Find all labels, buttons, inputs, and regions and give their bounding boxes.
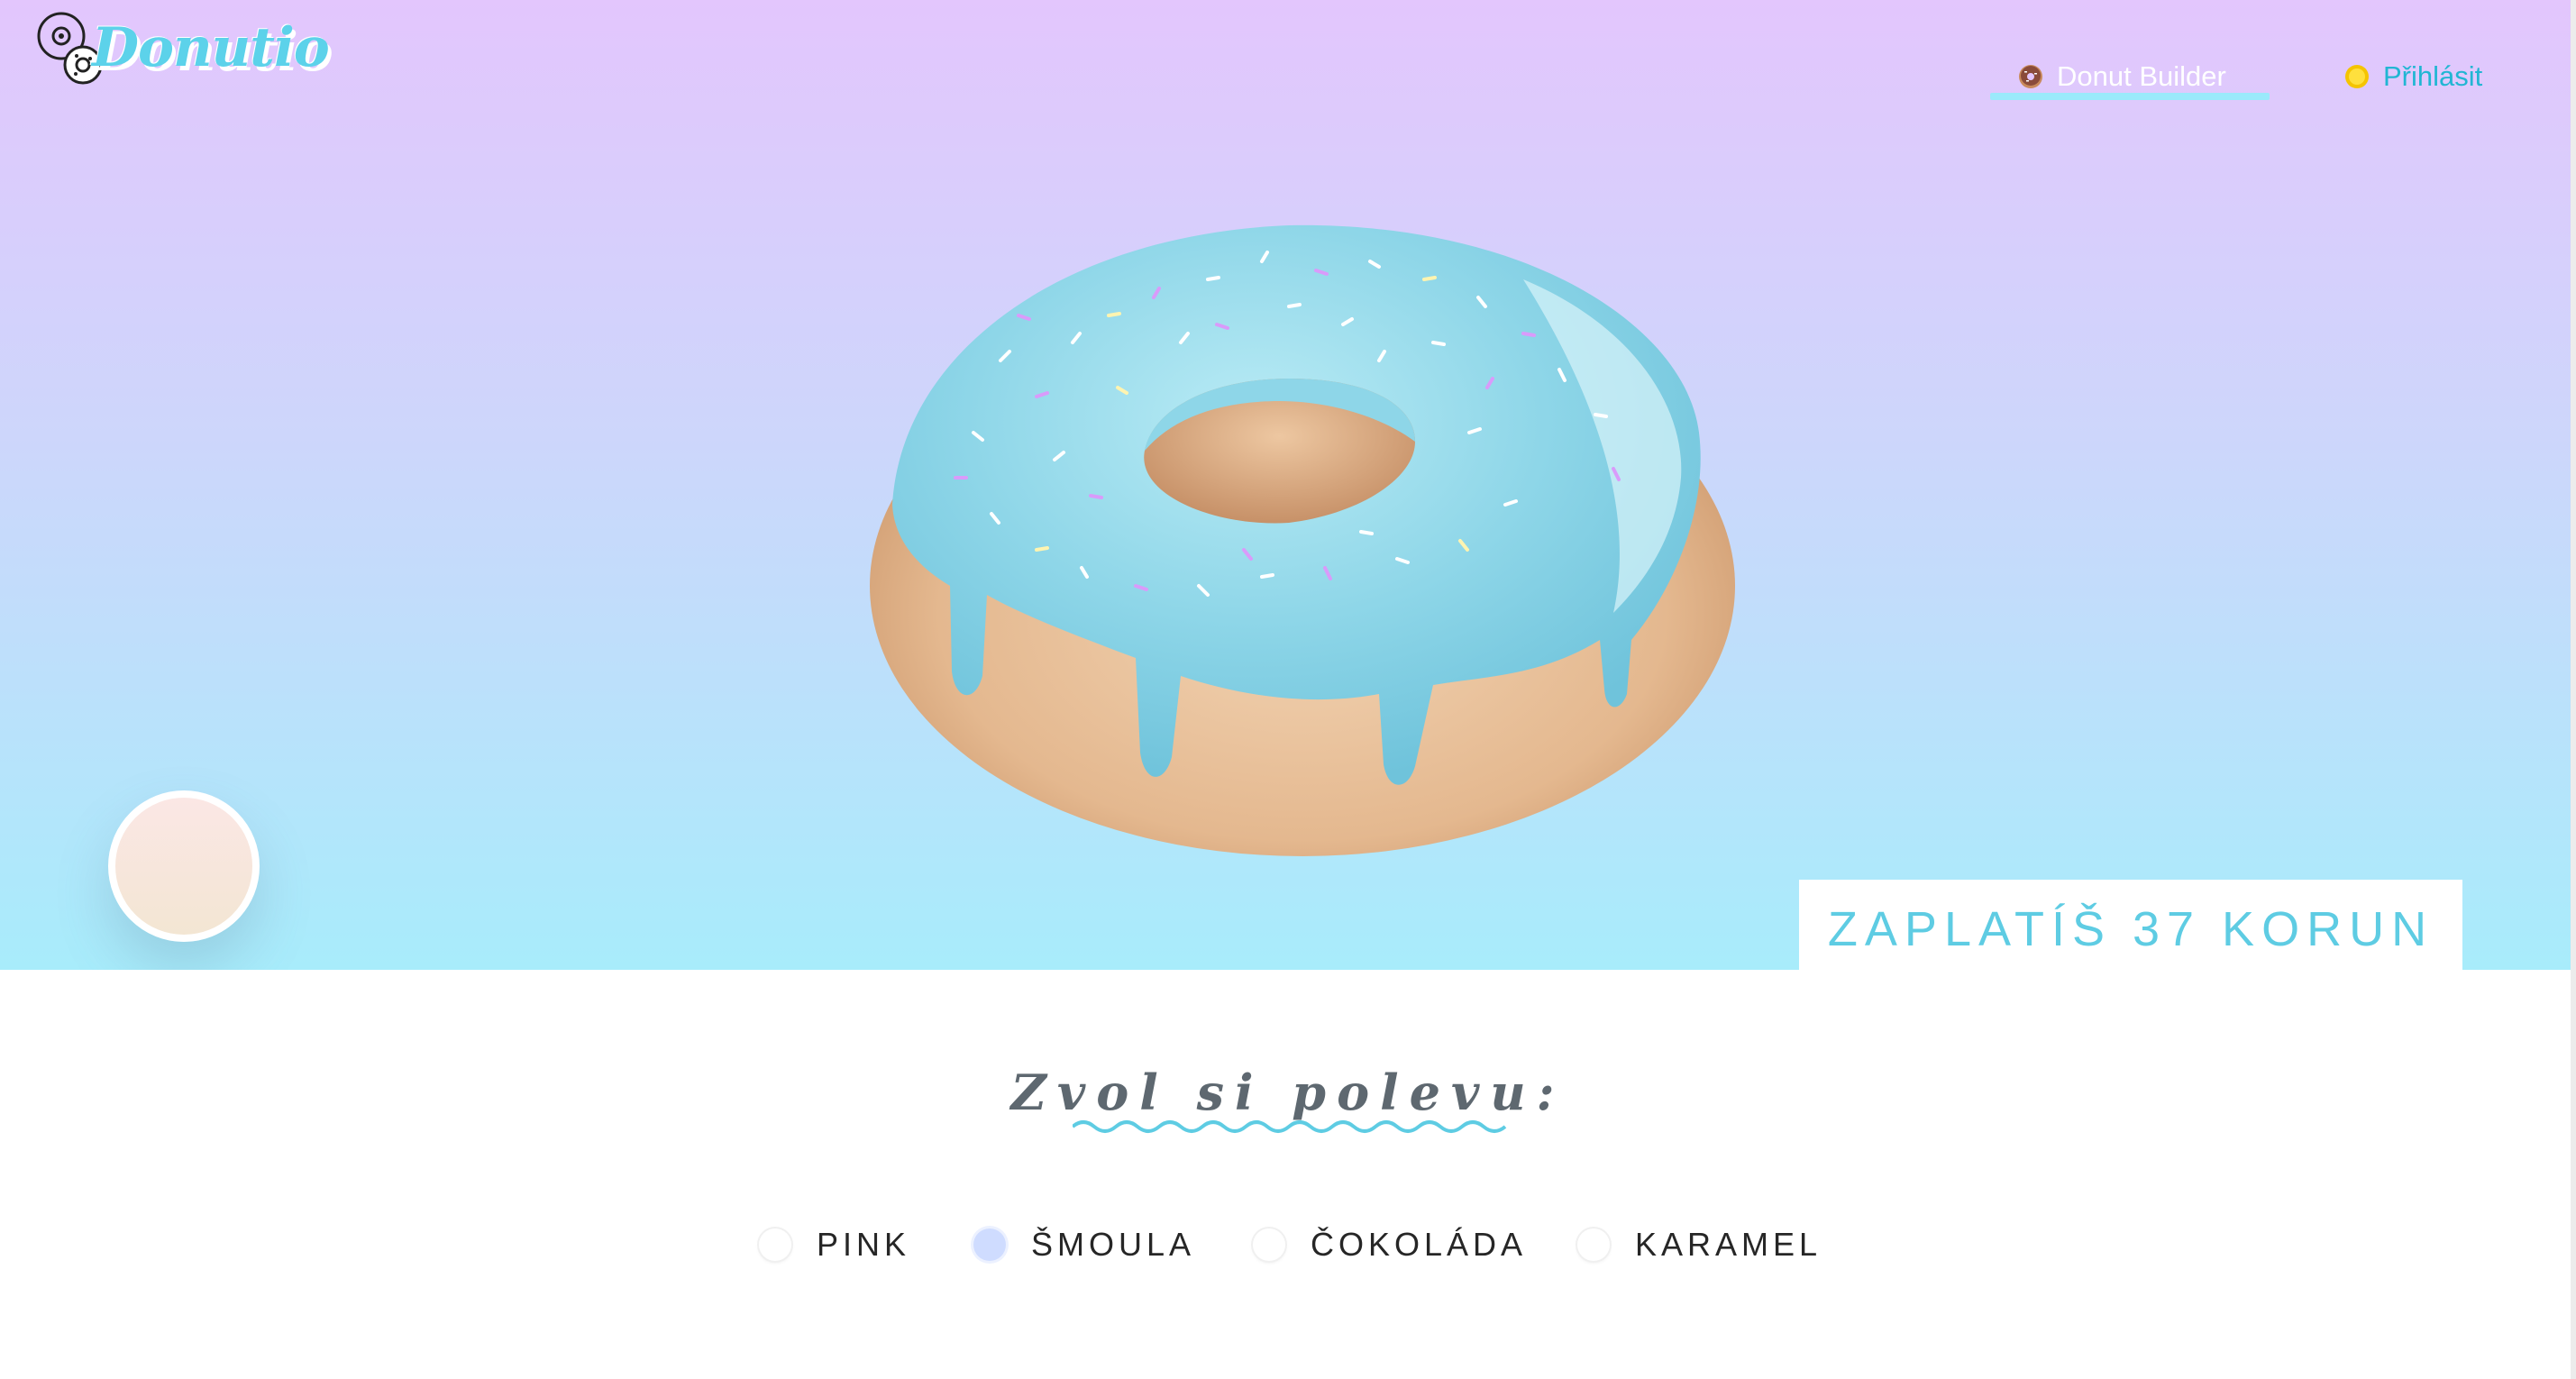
window-edge [2571,0,2576,1379]
glaze-option-label: ŠMOULA [1031,1226,1196,1263]
radio-cokolada[interactable] [1253,1228,1285,1261]
radio-smoula[interactable] [973,1228,1006,1261]
logo-text: Donutio [92,16,330,79]
donut-image [870,224,1735,856]
hero-section: Donutio Donut Builder Přihlásit ZAPLATÍŠ… [0,0,2576,970]
nav-login[interactable]: Přihlásit [2343,50,2482,104]
logo[interactable]: Donutio [36,9,333,99]
glaze-option-pink[interactable]: PINK [759,1226,910,1264]
radio-karamel[interactable] [1577,1228,1610,1261]
wavy-underline [1073,1120,1507,1133]
dough-color-swatch[interactable] [108,790,260,942]
glaze-option-cokolada[interactable]: ČOKOLÁDA [1253,1226,1527,1264]
coin-icon [2345,65,2369,88]
glaze-option-label: PINK [817,1226,911,1263]
glaze-option-label: ČOKOLÁDA [1311,1226,1528,1263]
glaze-picker-section [0,970,2576,1379]
glaze-picker-title: Zvol si polevu: [1010,1064,1566,1121]
donut-icon [2019,65,2042,88]
glaze-option-smoula[interactable]: ŠMOULA [973,1226,1195,1264]
radio-pink[interactable] [759,1228,791,1261]
price-label: ZAPLATÍŠ 37 KORUN [1799,880,2462,970]
nav-login-label: Přihlásit [2383,60,2483,92]
glaze-options: PINK ŠMOULA ČOKOLÁDA KARAMEL [0,1226,2576,1280]
nav-donut-builder-label: Donut Builder [2057,60,2226,92]
glaze-option-label: KARAMEL [1635,1226,1822,1263]
nav-active-underline [1990,93,2270,100]
glaze-option-karamel[interactable]: KARAMEL [1577,1226,1822,1264]
donut-preview [838,207,1749,892]
